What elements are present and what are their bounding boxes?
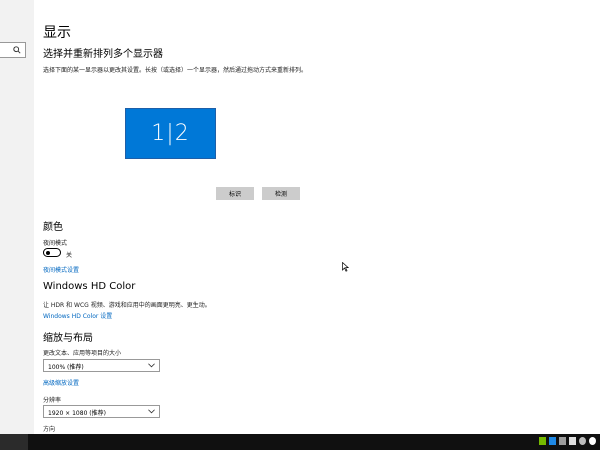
arrange-description: 选择下面的某一显示器以更改其设置。长按（或选择）一个显示器，然后通过拖动方式来重… <box>43 67 308 74</box>
monitor-tile[interactable]: 1|2 <box>125 108 216 159</box>
toggle-state: 关 <box>66 252 73 259</box>
clock-icon[interactable] <box>579 437 586 445</box>
chevron-down-icon <box>148 363 155 368</box>
taskbar <box>0 434 600 450</box>
scale-label: 更改文本、应用等项目的大小 <box>43 350 122 357</box>
night-light-label: 夜间模式 <box>43 240 68 247</box>
power-icon[interactable] <box>589 437 596 445</box>
monitor-label: 1|2 <box>151 121 190 146</box>
scale-value: 100% (推荐) <box>48 364 84 371</box>
nvidia-icon[interactable] <box>539 437 546 445</box>
sidebar <box>0 0 34 434</box>
color-heading: 颜色 <box>43 222 63 233</box>
system-tray <box>539 437 596 445</box>
toggle-knob <box>46 250 50 255</box>
scale-dropdown[interactable]: 100% (推荐) <box>43 359 160 372</box>
search-box[interactable] <box>0 42 26 58</box>
mouse-cursor-icon <box>342 262 349 272</box>
resolution-dropdown[interactable]: 1920 × 1080 (推荐) <box>43 405 160 418</box>
orientation-label: 方向 <box>43 426 56 433</box>
hd-color-description: 让 HDR 和 WCG 视频、游戏和应用中的画面更明亮、更生动。 <box>43 302 211 309</box>
start-button[interactable] <box>0 434 28 450</box>
network-icon[interactable] <box>559 437 566 445</box>
hd-color-heading: Windows HD Color <box>43 281 136 292</box>
page-title: 显示 <box>43 25 71 41</box>
identify-button[interactable]: 标识 <box>216 187 254 200</box>
volume-icon[interactable] <box>569 437 576 445</box>
bluetooth-icon[interactable] <box>549 437 556 445</box>
advanced-scaling-link[interactable]: 高级缩放设置 <box>43 378 79 387</box>
night-light-toggle[interactable] <box>43 248 61 257</box>
chevron-down-icon <box>148 409 155 414</box>
scale-heading: 缩放与布局 <box>43 333 93 344</box>
resolution-value: 1920 × 1080 (推荐) <box>48 410 106 417</box>
arrange-heading: 选择并重新排列多个显示器 <box>43 49 163 60</box>
hd-color-settings-link[interactable]: Windows HD Color 设置 <box>43 311 112 320</box>
detect-button[interactable]: 检测 <box>262 187 300 200</box>
resolution-label: 分辨率 <box>43 397 62 404</box>
night-light-settings-link[interactable]: 夜间模式设置 <box>43 265 79 274</box>
search-icon <box>13 46 21 54</box>
